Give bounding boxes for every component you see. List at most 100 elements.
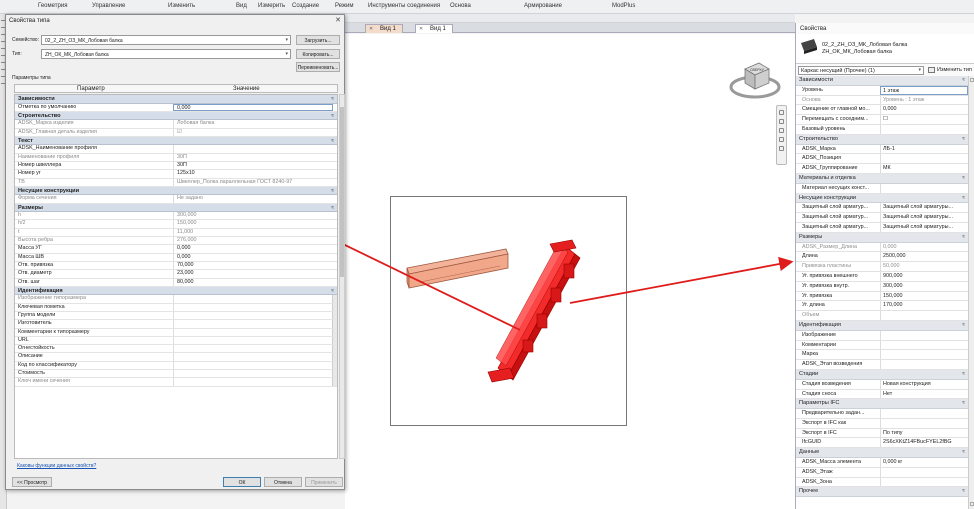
param-row[interactable]: Отметка по умолчанию 0,000	[15, 103, 337, 112]
param-row[interactable]: h 300,000	[15, 212, 337, 221]
ribbon-item-join-tools[interactable]: Инструменты соединения	[368, 3, 440, 9]
params-grid[interactable]: Зависимости ≈ Отметка по умолчанию 0,000 Стр…	[14, 94, 338, 459]
property-row[interactable]: Уровень 1 этаж	[796, 85, 968, 96]
property-value[interactable]: 1 этаж	[880, 85, 968, 95]
property-value[interactable]	[880, 340, 968, 350]
param-row[interactable]: Ключевая пометка	[15, 303, 337, 312]
property-row[interactable]: ADSK_Масса элемента 0,000 кг	[796, 458, 968, 468]
param-row[interactable]: ADSK_Главная деталь изделия ☑	[15, 128, 337, 137]
duplicate-button[interactable]: Копировать...	[296, 49, 340, 59]
property-row[interactable]: Длина 2500,000	[796, 252, 968, 263]
load-button[interactable]: Загрузить...	[296, 35, 340, 45]
property-value[interactable]	[880, 330, 968, 340]
param-value[interactable]: 0,000	[173, 253, 333, 261]
property-row[interactable]: Изображение	[796, 330, 968, 341]
param-value[interactable]	[173, 145, 333, 153]
property-row[interactable]: ADSK_Группирование МК	[796, 164, 968, 174]
browse-button[interactable]	[332, 345, 337, 353]
param-value[interactable]: 23,000	[173, 270, 333, 278]
property-group-header[interactable]: Несущие конструкции ≈	[796, 193, 968, 204]
property-value[interactable]	[880, 124, 968, 134]
param-row[interactable]: ADSK_Марка изделия Лобовая балка	[15, 120, 337, 129]
browse-button[interactable]	[332, 295, 337, 303]
ribbon-item-modplus[interactable]: ModPlus	[612, 3, 635, 9]
param-value[interactable]: 0,000	[173, 245, 333, 253]
property-row[interactable]: Марка	[796, 350, 968, 361]
apply-button[interactable]: Применить	[305, 477, 343, 487]
property-row[interactable]: ADSK_Размер_Длина 0,000	[796, 242, 968, 253]
param-row[interactable]: Высота ребра 276,000	[15, 237, 337, 246]
param-row[interactable]: Отв. диаметр 23,000	[15, 270, 337, 279]
property-value[interactable]: 0,000	[880, 105, 968, 115]
param-value[interactable]	[173, 311, 333, 320]
param-value[interactable]	[173, 353, 333, 361]
property-value[interactable]: По типу	[880, 428, 968, 438]
param-row[interactable]: URL	[15, 336, 337, 346]
param-row[interactable]: ТВ Швеллер_Полка параллельная ГОСТ 8240-9…	[15, 178, 337, 187]
property-group-header[interactable]: Размеры ≈	[796, 232, 968, 243]
property-value[interactable]: Новая конструкция	[880, 379, 968, 389]
param-value[interactable]: 30П	[173, 161, 333, 170]
ribbon-item-host[interactable]: Основа	[450, 3, 471, 9]
property-value[interactable]: 2S6cXKtZ14FBucFYEL2fBG	[880, 438, 968, 448]
param-row[interactable]: t 11,000	[15, 228, 337, 238]
property-row[interactable]: ADSK_Марка ЛБ-1	[796, 144, 968, 155]
ribbon-item-measure[interactable]: Измерить	[258, 3, 285, 9]
param-value[interactable]	[173, 336, 333, 345]
browse-button[interactable]	[332, 303, 337, 311]
scroll-down-icon[interactable]	[970, 502, 974, 506]
type-selector[interactable]: 02_2_ZH_ОЗ_МК_Лобовая балка ZH_ОК_МК_Лоб…	[796, 34, 974, 64]
property-row[interactable]: ADSK_Позиция	[796, 154, 968, 165]
param-group-header[interactable]: Строительство ≈	[15, 111, 337, 121]
property-row[interactable]: ADSK_Этап возведения	[796, 360, 968, 370]
property-row[interactable]: Защитный слой арматур... Защитный слой ар…	[796, 222, 968, 233]
property-row[interactable]: Базовый уровень	[796, 124, 968, 135]
collapse-icon[interactable]: ≈	[331, 95, 334, 103]
browse-button[interactable]	[332, 370, 337, 378]
property-value[interactable]	[880, 409, 968, 418]
collapse-icon[interactable]: ≈	[331, 112, 334, 120]
property-value[interactable]	[880, 183, 968, 193]
property-value[interactable]: ЛБ-1	[880, 144, 968, 154]
edit-type-button[interactable]: Изменить тип	[927, 66, 973, 75]
property-value[interactable]: Защитный слой арматуры...	[880, 213, 968, 222]
properties-list[interactable]: Зависимости ≈ Уровень 1 этаж Основа Уровень :…	[796, 76, 968, 509]
params-scrollbar[interactable]	[339, 94, 345, 459]
property-value[interactable]: 2500,000	[880, 252, 968, 262]
ribbon-item-geometry[interactable]: Геометрия	[38, 3, 67, 9]
property-value[interactable]: 150,000	[880, 291, 968, 301]
param-row[interactable]: Стоимость	[15, 370, 337, 379]
param-value[interactable]	[173, 361, 333, 370]
close-icon[interactable]: ✕	[369, 26, 373, 32]
browse-button[interactable]	[332, 336, 337, 345]
param-row[interactable]: Комментарии к типоразмеру	[15, 328, 337, 337]
property-value[interactable]	[880, 477, 968, 487]
property-row[interactable]: ADSK_Зона	[796, 477, 968, 488]
property-value[interactable]: 0,000 кг	[880, 458, 968, 467]
ok-button[interactable]: ОК	[223, 477, 261, 487]
property-value[interactable]	[880, 350, 968, 360]
property-row[interactable]: Основа Уровень : 1 этаж	[796, 95, 968, 106]
property-group-header[interactable]: Прочее ≈	[796, 487, 968, 498]
param-value[interactable]: 125x10	[173, 170, 333, 178]
close-icon[interactable]: ✕	[335, 16, 341, 24]
property-group-header[interactable]: Зависимости ≈	[796, 76, 968, 86]
ribbon-item-modify[interactable]: Изменить	[168, 3, 195, 9]
browse-button[interactable]	[332, 353, 337, 361]
property-value[interactable]: ☐	[880, 115, 968, 124]
collapse-icon[interactable]: ≈	[331, 204, 334, 212]
ribbon-item-manage[interactable]: Управление	[92, 3, 125, 9]
param-row[interactable]: Форма сечения Не задано	[15, 195, 337, 204]
collapse-icon[interactable]: ≈	[962, 321, 965, 330]
param-value[interactable]	[173, 328, 333, 336]
type-select[interactable]: ZH_ОК_МК_Лобовая балка ▾	[41, 49, 291, 59]
collapse-icon[interactable]: ≈	[962, 194, 965, 203]
param-group-header[interactable]: Несущие конструкции ≈	[15, 186, 337, 196]
property-row[interactable]: Уг. привязка 150,000	[796, 291, 968, 302]
property-value[interactable]	[880, 467, 968, 477]
ribbon-item-rebar[interactable]: Армирование	[524, 3, 562, 9]
navigation-bar[interactable]	[776, 105, 787, 165]
collapse-icon[interactable]: ≈	[962, 448, 965, 457]
param-row[interactable]: Наименование профиля 30П	[15, 153, 337, 162]
param-value[interactable]: 80,000	[173, 278, 333, 286]
